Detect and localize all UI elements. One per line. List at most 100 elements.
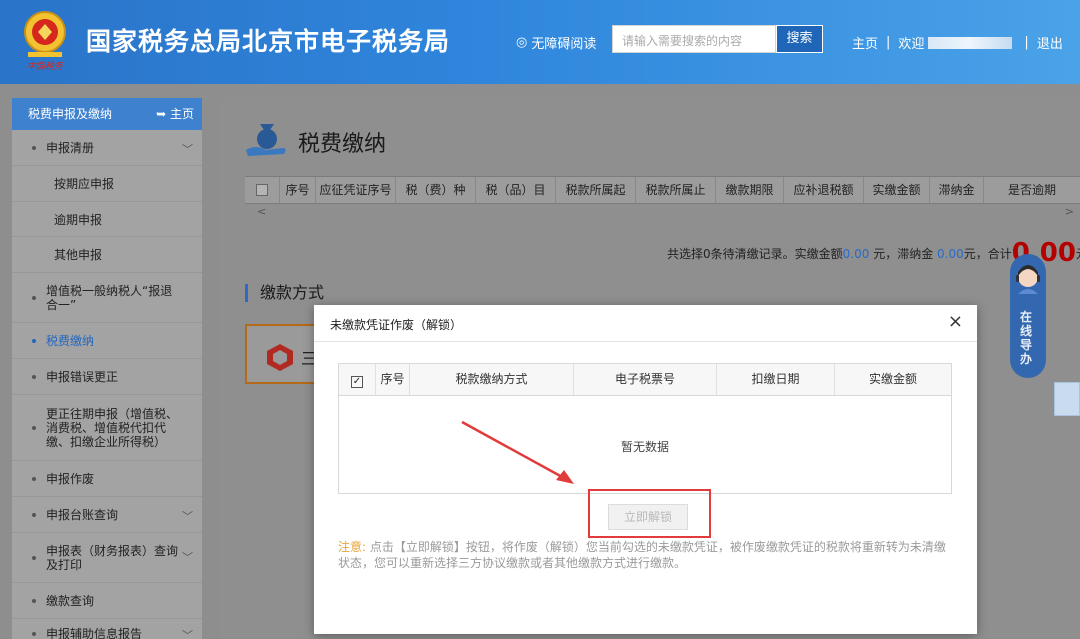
summary-text: 元。 <box>1076 247 1080 261</box>
payment-method-title: 缴款方式 <box>245 284 324 302</box>
logout-link[interactable]: 退出 <box>1037 33 1063 52</box>
sidebar-item-label: 其他申报 <box>54 248 103 262</box>
money-bag-icon <box>246 124 286 156</box>
chevron-down-icon: ﹀ <box>182 142 193 156</box>
tripartite-payment-card[interactable]: 三 <box>245 324 317 384</box>
payment-table-header: 序号 应征凭证序号 税（费）种 税（品）目 税款所属起 税款所属止 缴款期限 应… <box>245 176 1080 204</box>
voucher-table-header: ✓ 序号 税款缴纳方式 电子税票号 扣缴日期 实缴金额 <box>339 364 951 396</box>
dialog-divider <box>314 341 977 342</box>
agent-avatar-icon <box>1016 265 1040 294</box>
col-header: 应补退税额 <box>783 177 863 203</box>
sidebar-item-tax-payment[interactable]: 税费缴纳 <box>12 323 202 359</box>
sidebar-item-report-print[interactable]: 申报表（财务报表）查询及打印 ﹀ <box>12 533 202 583</box>
scroll-left-icon[interactable]: < <box>257 205 266 218</box>
select-all-checkbox[interactable] <box>245 177 279 203</box>
col-header: 税（品）目 <box>475 177 555 203</box>
sidebar-item-label: 申报作废 <box>46 472 95 486</box>
col-header: 缴款期限 <box>715 177 783 203</box>
svg-text:中国税务: 中国税务 <box>27 61 64 72</box>
bullet-icon <box>32 631 36 636</box>
sidebar: 税费申报及缴纳 ➥ 主页 申报清册 ﹀ 按期应申报 逾期申报 其他申报 增值税一… <box>12 98 202 639</box>
note-text: 点击【立即解锁】按钮，将作废（解锁）您当前勾选的未缴款凭证，被作废缴款凭证的税款… <box>338 540 946 570</box>
sidebar-item-overdue-declaration[interactable]: 逾期申报 <box>12 202 202 237</box>
summary-text: 元，滞纳金 <box>869 247 938 261</box>
sidebar-home-label: 主页 <box>169 107 194 121</box>
sidebar-item-vat-combined[interactable]: 增值税一般纳税人“报退合一” <box>12 273 202 323</box>
back-arrow-icon: ➥ <box>156 107 167 121</box>
chevron-down-icon: ﹀ <box>182 509 193 523</box>
bullet-icon <box>32 555 36 560</box>
sidebar-item-void-declaration[interactable]: 申报作废 <box>12 461 202 497</box>
col-header: 是否逾期 <box>983 177 1080 203</box>
sidebar-home-link[interactable]: ➥ 主页 <box>156 98 194 130</box>
online-guide-button[interactable]: 在线导办 <box>1010 254 1046 378</box>
col-header: 税款缴纳方式 <box>409 364 573 395</box>
checkbox-icon <box>256 184 268 196</box>
col-header: 税款所属止 <box>635 177 715 203</box>
user-service-icon[interactable] <box>1054 382 1080 416</box>
col-header: 扣缴日期 <box>716 364 834 395</box>
bullet-icon <box>32 374 36 379</box>
col-header: 税款所属起 <box>555 177 635 203</box>
col-header: 电子税票号 <box>573 364 716 395</box>
bullet-icon <box>32 338 36 343</box>
close-icon[interactable]: × <box>948 311 963 332</box>
sidebar-item-label: 申报台账查询 <box>46 508 119 522</box>
sidebar-item-declaration-list[interactable]: 申报清册 ﹀ <box>12 130 202 166</box>
divider: | <box>886 35 891 50</box>
select-all-checkbox[interactable]: ✓ <box>339 364 375 395</box>
col-header: 序号 <box>375 364 409 395</box>
bullet-icon <box>32 295 36 300</box>
online-guide-label: 在线导办 <box>1020 310 1033 366</box>
search-input[interactable]: 请输入需要搜索的内容 <box>612 25 776 53</box>
summary-text: 元，合计 <box>963 247 1012 261</box>
sidebar-item-label: 逾期申报 <box>54 212 103 227</box>
divider: | <box>1024 35 1029 50</box>
void-voucher-dialog: 未缴款凭证作废（解锁） × ✓ 序号 税款缴纳方式 电子税票号 扣缴日期 实缴金… <box>314 305 977 634</box>
accessibility-label: 无障碍阅读 <box>531 37 597 52</box>
sidebar-item-label: 税费缴纳 <box>46 334 95 348</box>
summary-paid-amount: 0.00 <box>842 247 870 261</box>
sidebar-item-correction[interactable]: 申报错误更正 <box>12 359 202 395</box>
sidebar-item-label: 申报清册 <box>46 141 95 155</box>
sidebar-item-label: 增值税一般纳税人“报退合一” <box>46 283 173 312</box>
horizontal-scrollbar[interactable]: < > <box>245 204 1080 220</box>
scroll-right-icon[interactable]: > <box>1065 205 1074 218</box>
checkbox-checked-icon: ✓ <box>351 376 363 388</box>
empty-state-text: 暂无数据 <box>620 440 669 454</box>
home-link[interactable]: 主页 <box>852 33 878 52</box>
sidebar-item-ledger-query[interactable]: 申报台账查询 ﹀ <box>12 497 202 533</box>
bullet-icon <box>32 476 36 481</box>
payment-cube-icon <box>267 344 293 371</box>
annotation-arrow-icon <box>461 420 574 484</box>
sidebar-header: 税费申报及缴纳 ➥ 主页 <box>12 98 202 130</box>
sidebar-item-other-declaration[interactable]: 其他申报 <box>12 237 202 273</box>
voucher-table: ✓ 序号 税款缴纳方式 电子税票号 扣缴日期 实缴金额 暂无数据 <box>338 363 952 494</box>
site-title: 国家税务总局北京市电子税务局 <box>86 27 451 56</box>
summary-late-fee: 0.00 <box>937 247 964 261</box>
sidebar-item-label: 申报错误更正 <box>46 370 119 384</box>
welcome-text: 欢迎 <box>898 37 925 52</box>
sidebar-item-aux-report[interactable]: 申报辅助信息报告 ﹀ <box>12 619 202 639</box>
dialog-note: 注意: 点击【立即解锁】按钮，将作废（解锁）您当前勾选的未缴款凭证，被作废缴款凭… <box>338 539 954 571</box>
col-header: 实缴金额 <box>834 364 951 395</box>
sidebar-item-label: 缴款查询 <box>46 594 95 608</box>
chevron-down-icon: ﹀ <box>182 628 193 639</box>
search-button[interactable]: 搜索 <box>776 25 823 53</box>
sidebar-item-label: 按期应申报 <box>54 177 115 191</box>
summary-text: 条待清缴记录。实缴金额 <box>710 247 843 261</box>
bullet-icon <box>32 598 36 603</box>
sidebar-item-payment-query[interactable]: 缴款查询 <box>12 583 202 619</box>
page-title: 税费缴纳 <box>298 132 387 157</box>
sidebar-item-label: 申报表（财务报表）查询及打印 <box>46 543 179 572</box>
eye-icon: ◎ <box>516 35 528 50</box>
note-label: 注意: <box>338 540 367 554</box>
chevron-down-icon: ﹀ <box>182 550 193 564</box>
top-links: 主页 | 欢迎 | 退出 <box>852 33 1063 52</box>
col-header: 应征凭证序号 <box>315 177 395 203</box>
bullet-icon <box>32 145 36 150</box>
accessibility-reading-link[interactable]: ◎ 无障碍阅读 <box>516 33 596 52</box>
sidebar-item-periodic-declaration[interactable]: 按期应申报 <box>12 166 202 202</box>
unlock-now-button[interactable]: 立即解锁 <box>608 504 688 530</box>
sidebar-item-past-correction[interactable]: 更正往期申报（增值税、消费税、增值税代扣代缴、扣缴企业所得税） <box>12 395 202 461</box>
